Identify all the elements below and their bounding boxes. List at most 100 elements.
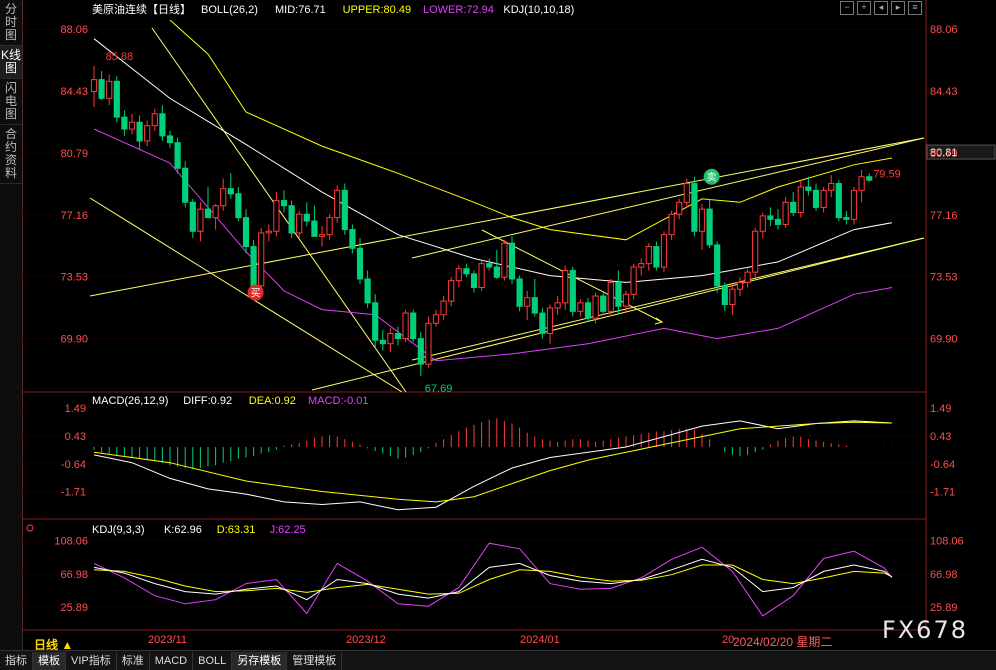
candle-body	[212, 205, 219, 219]
candle-body	[182, 167, 189, 203]
candle-body	[280, 200, 288, 207]
macd-tick-right: -0.64	[930, 459, 955, 471]
bottom-tab-indicator[interactable]: 指标	[0, 651, 33, 670]
x-axis-label: 2024/01	[520, 634, 560, 646]
macd-panel	[93, 418, 893, 511]
candle-body	[417, 338, 424, 365]
candle-body	[227, 188, 234, 195]
low-price-label: 67.69	[425, 383, 453, 395]
settings-icon[interactable]: ≡	[908, 1, 922, 15]
candle-body	[782, 201, 789, 225]
candle-body	[356, 247, 364, 280]
kdj-k-line	[93, 558, 893, 601]
candle-body	[562, 269, 569, 304]
candle-body	[668, 213, 675, 236]
candle-body	[660, 234, 668, 268]
macd-tick-left: -1.71	[61, 487, 86, 499]
macd-histogram-value: MACD:-0.01	[308, 395, 369, 407]
candle-body	[121, 116, 128, 130]
candle-body	[843, 217, 850, 220]
candle-body	[805, 186, 812, 191]
bottom-tab-manage-template[interactable]: 管理模板	[287, 651, 343, 670]
candle-body	[372, 302, 379, 341]
candle-body	[98, 79, 105, 99]
candle-body	[128, 121, 136, 130]
candle-body	[615, 281, 622, 307]
bottom-tab-vip[interactable]: VIP指标	[66, 651, 117, 670]
scroll-right-icon[interactable]: ▸	[891, 1, 905, 15]
candle-body	[174, 142, 181, 169]
kdj-tick-left: 25.89	[60, 602, 88, 614]
candle-body	[432, 314, 440, 324]
candle-body	[448, 280, 455, 302]
candle-body	[394, 332, 402, 340]
candle-body	[744, 271, 751, 283]
zoom-out-icon[interactable]: −	[840, 1, 854, 15]
buy-signal-label: 买	[251, 288, 261, 300]
candle-body	[767, 215, 774, 220]
candle-body	[759, 215, 766, 232]
candle-body	[478, 263, 485, 288]
candle-body	[258, 232, 265, 287]
candlestick-chart[interactable]: 美原油连续【日线】 BOLL(26,2) MID:76.71 UPPER:80.49 L…	[22, 0, 996, 650]
candle-body	[630, 266, 637, 295]
candle-body	[607, 281, 614, 312]
price-tick-right: 84.43	[930, 86, 958, 98]
candle-body	[265, 230, 272, 234]
price-tick-left: 80.79	[60, 148, 88, 160]
candle-body	[425, 322, 432, 365]
kdj-tick-right: 108.06	[930, 536, 964, 548]
price-tick-left: 84.43	[60, 86, 88, 98]
tab-kline[interactable]: K线图	[0, 46, 22, 79]
watermark-logo: FX678	[881, 616, 968, 644]
tab-flash[interactable]: 闪电图	[0, 79, 22, 125]
candle-body	[577, 302, 584, 312]
kdj-d-line	[93, 564, 893, 595]
candle-body	[622, 293, 630, 307]
kdj-tick-left: 108.06	[54, 536, 88, 548]
last-price-label: 79.59	[873, 168, 901, 180]
axes: 88.06 88.06 84.43 84.43 80.79 80.79 77.16 77.16…	[54, 24, 963, 646]
crosshair-date: 2024/02/20 星期二	[733, 635, 833, 649]
tab-timeshare[interactable]: 分时图	[0, 0, 22, 46]
price-tick-right: 80.79	[930, 148, 958, 160]
bottom-tab-standard[interactable]: 标准	[117, 651, 150, 670]
settings-dot-icon	[26, 524, 34, 532]
bottom-tab-save-template[interactable]: 另存模板	[232, 651, 288, 670]
candle-body	[835, 183, 842, 219]
candle-body	[858, 176, 865, 191]
candle-body	[220, 188, 227, 207]
kdj-title: KDJ(9,3,3)	[92, 524, 145, 536]
candle-body	[721, 285, 728, 306]
instrument-title: 美原油连续【日线】	[92, 2, 191, 16]
candle-body	[303, 213, 310, 222]
grid-lines	[22, 0, 927, 631]
bottom-tab-template[interactable]: 模板	[33, 651, 66, 670]
price-tick-left: 73.53	[60, 272, 88, 284]
macd-tick-left: 0.43	[65, 431, 86, 443]
candle-body	[334, 189, 341, 219]
candle-body	[486, 263, 493, 268]
kdj-panel	[93, 542, 893, 617]
zoom-in-icon[interactable]: +	[857, 1, 871, 15]
bottom-tab-boll[interactable]: BOLL	[193, 651, 233, 670]
candle-body	[349, 229, 356, 249]
scroll-left-icon[interactable]: ◂	[874, 1, 888, 15]
macd-title: MACD(26,12,9)	[92, 395, 168, 407]
tab-contract-info[interactable]: 合约资料	[0, 125, 22, 184]
candle-body	[828, 183, 835, 191]
price-tick-left: 69.90	[60, 334, 88, 346]
candle-body	[706, 208, 713, 246]
boll-lower-line	[93, 128, 893, 362]
candle-body	[402, 312, 409, 340]
candle-body	[326, 217, 333, 236]
macd-tick-right: 1.49	[930, 403, 951, 415]
macd-dea-value: DEA:0.92	[249, 395, 296, 407]
candle-body	[584, 302, 592, 319]
chart-toolbar: − + ◂ ▸ ≡	[840, 1, 922, 15]
bottom-tab-macd[interactable]: MACD	[150, 651, 194, 670]
candle-body	[516, 278, 523, 307]
candle-body	[455, 268, 462, 282]
candle-body	[524, 297, 531, 307]
kdj-k-value: K:62.96	[164, 524, 202, 536]
